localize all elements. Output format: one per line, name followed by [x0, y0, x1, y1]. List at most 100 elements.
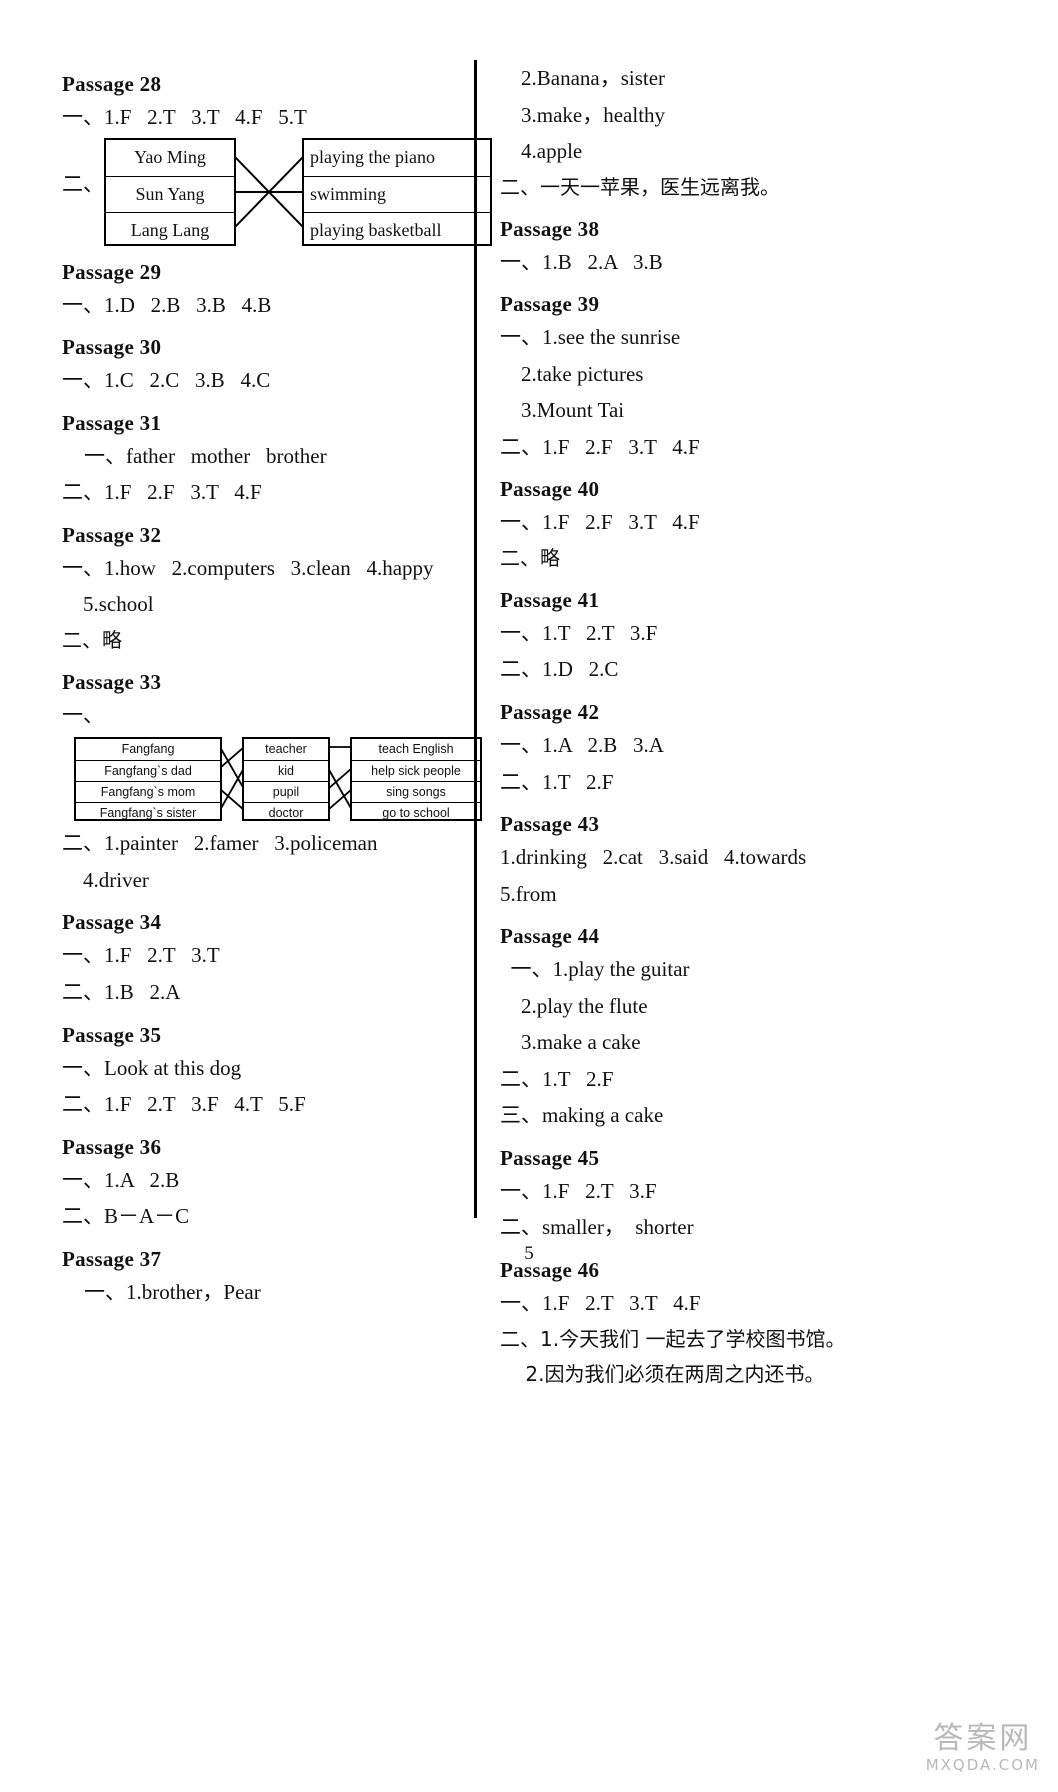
match-item: Fangfang`s mom — [76, 781, 220, 802]
answer-line: 一、1.F 2.T 3.F — [500, 1178, 657, 1203]
passage-title: Passage 44 — [500, 924, 600, 949]
passage-block-35: Passage 35 一、Look at this dog 二、1.F 2.T … — [62, 1023, 462, 1121]
watermark-en-text: MXQDA.COM — [925, 1756, 1040, 1774]
match-item: teach English — [378, 742, 454, 757]
passage-block-40: Passage 40 一、1.F 2.F 3.T 4.F 二、略 — [500, 477, 970, 574]
answer-line: 3.make a cake — [500, 1030, 641, 1055]
answer-line: 一、1.F 2.T 3.T 4.F 5.T — [62, 105, 307, 129]
passage-title: Passage 33 — [62, 669, 162, 694]
answer-line: 3.make，healthy — [500, 102, 666, 127]
answer-line: 一、1.play the guitar — [500, 957, 690, 982]
matching-col3-box: teach English help sick people sing song… — [350, 737, 482, 823]
answer-line: 三、making a cake — [500, 1103, 664, 1128]
matching-label: 二、 — [62, 171, 104, 196]
match-item: sing songs — [352, 781, 480, 802]
watermark: 答案网 MXQDA.COM — [925, 1721, 1040, 1774]
passage-title: Passage 29 — [62, 259, 162, 284]
passage-title: Passage 43 — [500, 812, 600, 837]
passage-block-43: Passage 43 1.drinking 2.cat 3.said 4.tow… — [500, 812, 970, 910]
match-item: doctor — [244, 802, 328, 823]
matching-diagram-28: 二、 Yao Ming Sun Yang Lang Lang playing t… — [62, 137, 492, 248]
match-item: pupil — [244, 781, 328, 802]
answer-key-page: Passage 28 一、1.F 2.T 3.T 4.F 5.T 二、 Yao … — [0, 0, 1058, 1792]
answer-line: 一、1.see the sunrise — [500, 325, 681, 350]
passage-title: Passage 45 — [500, 1145, 600, 1170]
matching-diagram-33: Fangfang Fangfang`s dad Fangfang`s mom F… — [62, 737, 482, 823]
passage-block-45: Passage 45 一、1.F 2.T 3.F 二、smaller， shor… — [500, 1146, 970, 1244]
answer-line: 一、1.C 2.C 3.B 4.C — [62, 368, 271, 393]
answer-line: 二、1.T 2.F — [500, 1066, 614, 1091]
answer-line: 一、Look at this dog — [62, 1055, 242, 1080]
matching-lines-a-svg — [220, 746, 244, 812]
answer-line: 二、B－A－C — [62, 1204, 190, 1229]
passage-block-44: Passage 44 一、1.play the guitar 2.play th… — [500, 924, 970, 1132]
passage-title: Passage 30 — [62, 335, 162, 360]
passage-block-39: Passage 39 一、1.see the sunrise 2.take pi… — [500, 292, 970, 463]
matching-lines-b-svg — [328, 746, 352, 812]
answer-line: 二、1.今天我们 一起去了学校图书馆。 — [500, 1326, 846, 1351]
answer-line: 二、1.painter 2.famer 3.policeman — [62, 831, 378, 856]
matching-left-box: Yao Ming Sun Yang Lang Lang — [104, 137, 236, 248]
answer-line: 一、1.F 2.T 3.T 4.F — [500, 1291, 701, 1316]
passage-title: Passage 32 — [62, 522, 162, 547]
match-item: go to school — [352, 802, 480, 823]
answer-line: 二、1.F 2.T 3.F 4.T 5.F — [62, 1092, 306, 1117]
passage-block-30: Passage 30 一、1.C 2.C 3.B 4.C — [62, 335, 462, 397]
match-item: playing the piano — [310, 146, 435, 167]
passage-title: Passage 42 — [500, 700, 600, 725]
left-column: Passage 28 一、1.F 2.T 3.T 4.F 5.T 二、 Yao … — [62, 58, 492, 1312]
passage-block-46: Passage 46 一、1.F 2.T 3.T 4.F 二、1.今天我们 一起… — [500, 1258, 970, 1390]
passage-block-32: Passage 32 一、1.how 2.computers 3.clean 4… — [62, 523, 462, 656]
match-item: Fangfang`s dad — [76, 760, 220, 781]
answer-line: 二、1.D 2.C — [500, 657, 619, 682]
matching-lines-svg — [234, 154, 304, 229]
passage-title: Passage 40 — [500, 477, 600, 502]
answer-line: 一、1.B 2.A 3.B — [500, 249, 663, 274]
answer-line: 一、1.how 2.computers 3.clean 4.happy — [62, 555, 434, 580]
answer-line: 一、1.F 2.T 3.T — [62, 943, 220, 968]
match-item: help sick people — [352, 760, 480, 781]
passage-block-37-continued: 2.Banana，sister 3.make，healthy 4.apple 二… — [500, 62, 970, 203]
matching-col2-box: teacher kid pupil doctor — [242, 737, 330, 823]
match-item: teacher — [265, 742, 307, 757]
answer-line: 5.school — [62, 592, 154, 617]
passage-title: Passage 41 — [500, 587, 600, 612]
answer-line: 一、1.D 2.B 3.B 4.B — [62, 292, 272, 317]
match-item: Lang Lang — [106, 211, 234, 248]
passage-block-41: Passage 41 一、1.T 2.T 3.F 二、1.D 2.C — [500, 588, 970, 686]
answer-line: 一、1.A 2.B 3.A — [500, 733, 664, 758]
matching-right-box: playing the piano swimming playing baske… — [302, 137, 492, 248]
answer-line: 二、1.B 2.A — [62, 980, 181, 1005]
match-item: Fangfang — [121, 742, 175, 757]
passage-title: Passage 31 — [62, 410, 162, 435]
match-item: playing basketball — [304, 211, 490, 248]
answer-line: 一、1.F 2.F 3.T 4.F — [500, 510, 700, 535]
passage-title: Passage 34 — [62, 910, 162, 935]
matching-col1-box: Fangfang Fangfang`s dad Fangfang`s mom F… — [74, 737, 222, 822]
match-item: kid — [244, 760, 328, 781]
page-number: 5 — [524, 1243, 534, 1264]
answer-line: 二、smaller， shorter — [500, 1215, 694, 1240]
passage-block-28: Passage 28 一、1.F 2.T 3.T 4.F 5.T 二、 Yao … — [62, 72, 492, 248]
answer-line: 二、1.F 2.F 3.T 4.F — [500, 434, 700, 459]
passage-block-33: Passage 33 一、 Fangfang Fangfang`s dad Fa… — [62, 669, 482, 897]
matching-label: 一、 — [62, 702, 104, 727]
answer-line: 二、一天一苹果，医生远离我。 — [500, 174, 780, 199]
passage-title: Passage 38 — [500, 216, 600, 241]
match-item: Sun Yang — [106, 175, 234, 212]
answer-line: 2.take pictures — [500, 361, 644, 386]
answer-line: 5.from — [500, 881, 557, 906]
answer-line: 一、father mother brother — [84, 443, 327, 468]
passage-block-42: Passage 42 一、1.A 2.B 3.A 二、1.T 2.F — [500, 700, 970, 798]
passage-block-34: Passage 34 一、1.F 2.T 3.T 二、1.B 2.A — [62, 910, 462, 1008]
answer-line: 2.Banana，sister — [500, 66, 666, 90]
answer-line: 3.Mount Tai — [500, 398, 625, 423]
answer-line: 一、1.brother，Pear — [84, 1279, 261, 1304]
passage-block-36: Passage 36 一、1.A 2.B 二、B－A－C — [62, 1135, 462, 1233]
answer-line: 一、1.A 2.B — [62, 1167, 180, 1192]
answer-line: 二、略 — [500, 545, 560, 570]
passage-title: Passage 39 — [500, 292, 600, 317]
answer-line: 二、1.T 2.F — [500, 769, 614, 794]
answer-line: 一、1.T 2.T 3.F — [500, 620, 658, 645]
passage-block-38: Passage 38 一、1.B 2.A 3.B — [500, 217, 970, 279]
